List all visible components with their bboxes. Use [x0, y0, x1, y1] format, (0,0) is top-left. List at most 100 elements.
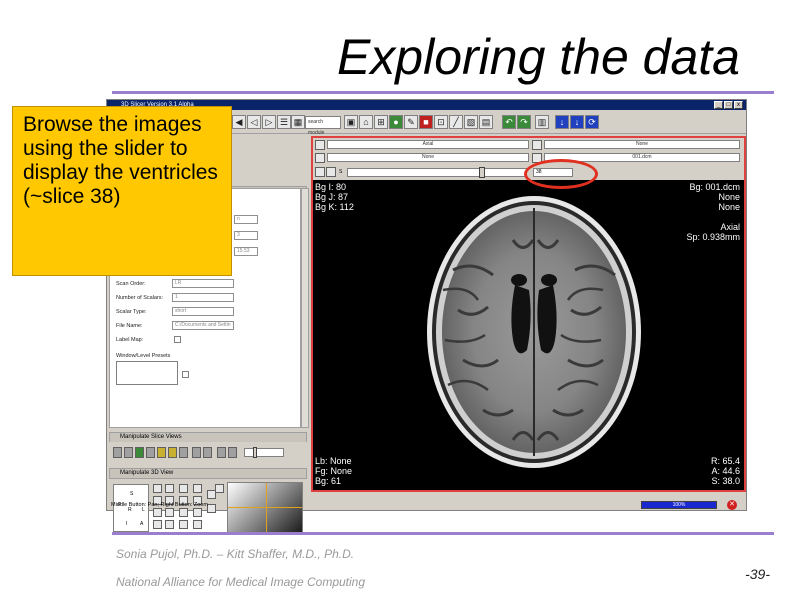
- fg-volume-select[interactable]: None: [544, 140, 740, 149]
- slice-viewer[interactable]: Axial None None 001.dcm S 38 Bg I: 80 Bg…: [311, 136, 746, 492]
- mri-slice-image[interactable]: Bg I: 80 Bg J: 87 Bg K: 112 Bg: 001.dcm …: [313, 180, 744, 490]
- color-icon[interactable]: ■: [419, 115, 433, 129]
- overlay-spacer: [686, 212, 740, 222]
- slice-tool-icon[interactable]: [135, 447, 144, 458]
- slice-slider-thumb[interactable]: [479, 167, 485, 178]
- label-volume-select[interactable]: None: [327, 153, 529, 162]
- overlay-bg-i: Bg I: 80: [315, 182, 347, 192]
- slice-tool-icon[interactable]: [228, 447, 237, 458]
- editor-icon[interactable]: ✎: [404, 115, 418, 129]
- overlay-r-coord: R: 65.4: [710, 456, 740, 466]
- orientation-letter: S: [130, 491, 134, 497]
- visibility-icon[interactable]: [315, 167, 325, 177]
- slice-tool-icon[interactable]: [146, 447, 155, 458]
- slice-opacity-thumb[interactable]: [253, 447, 257, 458]
- slice-icon[interactable]: ▤: [479, 115, 493, 129]
- undo-icon[interactable]: ↶: [502, 115, 516, 129]
- slice-tool-icon[interactable]: [113, 447, 122, 458]
- scan-order-label: Scan Order:: [116, 281, 146, 287]
- green-icon[interactable]: ●: [389, 115, 403, 129]
- slice-slider[interactable]: [347, 168, 527, 177]
- measure-icon[interactable]: ⊡: [434, 115, 448, 129]
- slice-tool-icon[interactable]: [192, 447, 201, 458]
- link-icon[interactable]: [532, 140, 542, 150]
- presets-label: Window/Level Presets: [116, 353, 171, 359]
- overlay-a-coord: A: 44.6: [711, 466, 740, 476]
- scan-order-field[interactable]: LR: [172, 279, 234, 288]
- property-value-partial: 15.53: [234, 247, 258, 256]
- slice-axis-label: S: [339, 169, 343, 175]
- window-controls: _ □ x: [714, 101, 743, 109]
- page-number: -39-: [745, 566, 770, 582]
- module-search-input[interactable]: search module: [305, 116, 341, 136]
- pin-icon[interactable]: [315, 140, 325, 150]
- screenshot-icon[interactable]: [215, 484, 224, 493]
- slice-opacity-slider[interactable]: [244, 448, 284, 457]
- overlay-bg-volume: Bg: 001.dcm: [689, 182, 740, 192]
- label-map-label: Label Map:: [116, 337, 144, 343]
- orientation-letter: I: [126, 521, 128, 527]
- search-icon[interactable]: [193, 484, 202, 493]
- zoom-in-icon[interactable]: [179, 484, 188, 493]
- save-icon[interactable]: ▥: [535, 115, 549, 129]
- overlay-bottom-left: Lb: None Fg: None Bg: 61: [315, 456, 352, 486]
- refresh-icon[interactable]: ⟳: [585, 115, 599, 129]
- view-icon[interactable]: ⊞: [374, 115, 388, 129]
- overlay-bg: Bg: 61: [315, 476, 342, 486]
- orientation-select[interactable]: Axial: [327, 140, 529, 149]
- prev-icon[interactable]: ◁: [247, 115, 261, 129]
- pin-icon[interactable]: ↓: [555, 115, 569, 129]
- footer-organization: National Alliance for Medical Image Comp…: [116, 575, 366, 589]
- slide-title: Exploring the data: [336, 29, 740, 85]
- overlay-bg-k: Bg K: 112: [315, 202, 354, 212]
- label-map-checkbox[interactable]: [174, 336, 181, 343]
- overlay-label-volume: None: [718, 202, 740, 212]
- slice-tool-icon[interactable]: [217, 447, 226, 458]
- overlay-orientation: Axial: [720, 222, 740, 232]
- stop-icon[interactable]: ✕: [727, 500, 737, 510]
- maximize-button[interactable]: □: [724, 101, 733, 109]
- panel-scrollbar[interactable]: [301, 188, 309, 428]
- redo-icon[interactable]: ↷: [517, 115, 531, 129]
- grid-icon[interactable]: ▦: [291, 115, 305, 129]
- stereo-icon[interactable]: [193, 520, 202, 529]
- list-icon[interactable]: ☰: [277, 115, 291, 129]
- property-value-partial: n: [234, 215, 258, 224]
- slice-tool-icon[interactable]: [124, 447, 133, 458]
- view-icon[interactable]: [165, 484, 174, 493]
- model-icon[interactable]: ▧: [464, 115, 478, 129]
- tree-icon[interactable]: ⌂: [359, 115, 373, 129]
- view-icon[interactable]: [165, 520, 174, 529]
- next-icon[interactable]: ▷: [262, 115, 276, 129]
- overlay-s-coord: S: 38.0: [711, 476, 740, 486]
- file-name-label: File Name:: [116, 323, 143, 329]
- rotate-icon[interactable]: [153, 484, 162, 493]
- slice-tool-icon[interactable]: [157, 447, 166, 458]
- file-name-field[interactable]: C:/Documents and Settin: [172, 321, 234, 330]
- property-value-partial: 3: [234, 231, 258, 240]
- manipulate-3d-view-header[interactable]: Manipulate 3D View: [109, 468, 307, 479]
- footer-authors: Sonia Pujol, Ph.D. – Kitt Shaffer, M.D.,…: [116, 547, 355, 561]
- slice-tool-icon[interactable]: [179, 447, 188, 458]
- ruler-icon[interactable]: ╱: [449, 115, 463, 129]
- preset-button[interactable]: [182, 371, 189, 378]
- chevron-down-icon[interactable]: [326, 167, 336, 177]
- rock-icon[interactable]: [153, 520, 162, 529]
- slice-tool-icon[interactable]: [203, 447, 212, 458]
- progress-bar: 100%: [641, 501, 717, 509]
- layout-icon[interactable]: ▣: [344, 115, 358, 129]
- overlay-fg-volume: None: [718, 192, 740, 202]
- back-arrow-icon[interactable]: ◀: [232, 115, 246, 129]
- layers-icon[interactable]: [315, 153, 325, 163]
- overlay-spacing: Sp: 0.938mm: [686, 232, 740, 242]
- scalar-type-field[interactable]: short: [172, 307, 234, 316]
- minimize-button[interactable]: _: [714, 101, 723, 109]
- reset-icon[interactable]: [179, 520, 188, 529]
- fiducial-icon[interactable]: ↓: [570, 115, 584, 129]
- presets-list[interactable]: [116, 361, 178, 385]
- close-button[interactable]: x: [734, 101, 743, 109]
- slice-tool-icon[interactable]: [168, 447, 177, 458]
- overlay-bottom-right: R: 65.4 A: 44.6 S: 38.0: [711, 456, 740, 486]
- num-scalars-field[interactable]: 1: [172, 293, 234, 302]
- overlay-top-right: Bg: 001.dcm None None Axial Sp: 0.938mm: [686, 182, 740, 242]
